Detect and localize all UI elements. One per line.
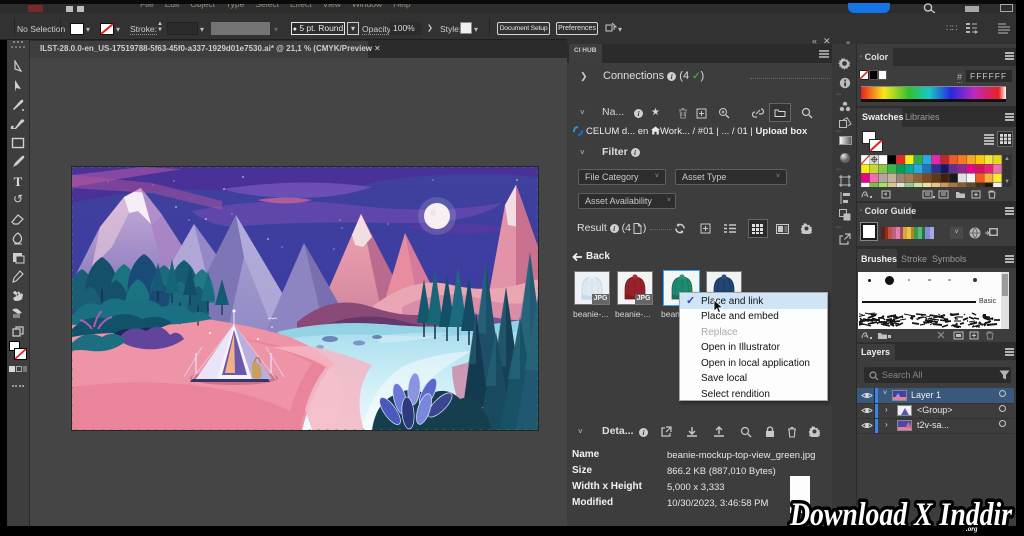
svg-text:Download X Inddir: Download X Inddir xyxy=(789,497,1013,533)
svg-text:.org: .org xyxy=(966,525,978,533)
